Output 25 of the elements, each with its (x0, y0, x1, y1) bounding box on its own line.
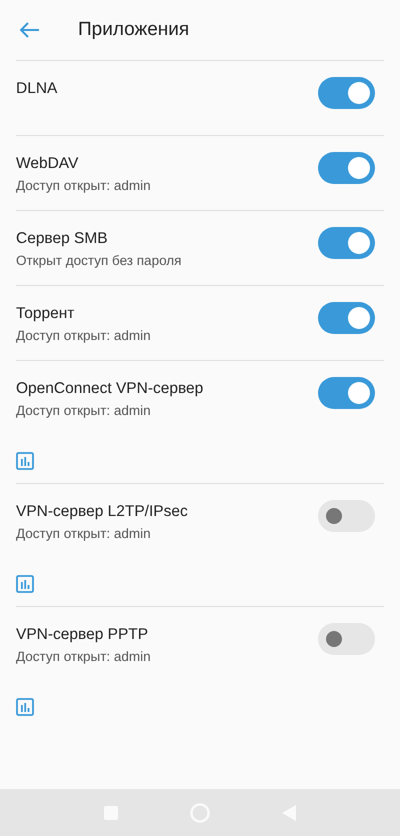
toggle-switch[interactable] (318, 377, 375, 409)
back-arrow-icon[interactable] (20, 22, 40, 38)
app-name: WebDAV (16, 154, 80, 174)
access-status: Доступ открыт: admin (16, 402, 152, 420)
app-name: DLNA (16, 79, 58, 99)
chart-icon[interactable] (16, 698, 34, 716)
app-name: VPN-сервер PPTP (16, 625, 150, 645)
app-name: Сервер SMB (16, 229, 109, 249)
access-status: Доступ открыт: admin (16, 648, 151, 666)
access-status: Доступ открыт: admin (16, 327, 151, 345)
chart-icon[interactable] (16, 575, 34, 593)
toggle-switch[interactable] (318, 302, 375, 334)
app-name: OpenConnect VPN-сервер (16, 379, 204, 399)
chart-icon[interactable] (16, 452, 34, 470)
page-title: Приложения (78, 19, 190, 41)
toggle-switch[interactable] (318, 500, 375, 532)
app-name: Торрент (16, 304, 76, 324)
app-name: VPN-сервер L2TP/IPsec (16, 502, 188, 522)
toggle-switch[interactable] (318, 623, 375, 655)
access-status: Открыт доступ без пароля (16, 252, 182, 270)
toggle-switch[interactable] (318, 77, 375, 109)
access-status: Доступ открыт: admin (16, 525, 152, 543)
toggle-switch[interactable] (318, 152, 375, 184)
toggle-switch[interactable] (318, 227, 375, 259)
access-status: Доступ открыт: admin (16, 177, 151, 195)
